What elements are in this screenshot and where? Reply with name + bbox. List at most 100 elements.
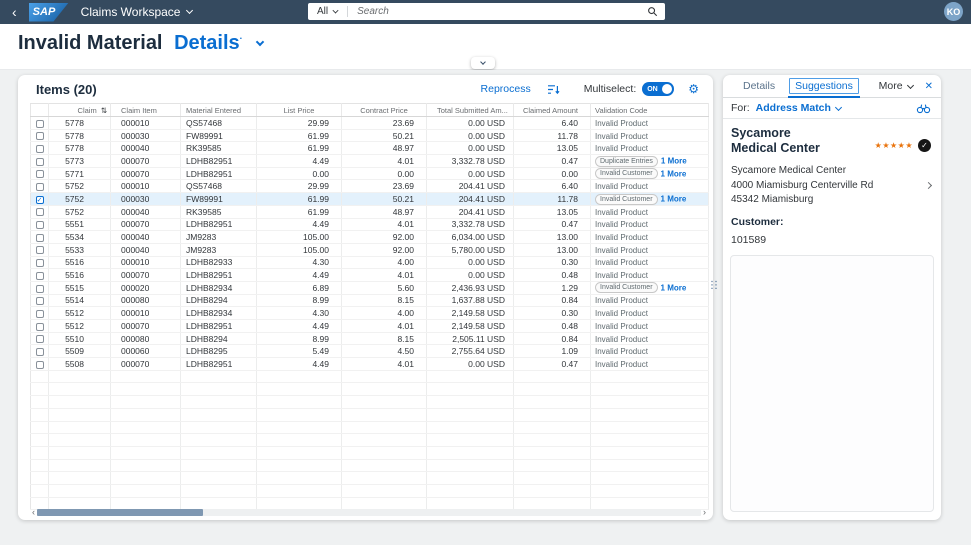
row-checkbox[interactable] xyxy=(36,285,44,293)
column-header-contract-price[interactable]: Contract Price xyxy=(342,104,427,117)
row-checkbox[interactable] xyxy=(36,145,44,153)
more-validations-link[interactable]: 1 More xyxy=(661,195,687,204)
column-header-material-entered[interactable]: Material Entered xyxy=(181,104,257,117)
table-row[interactable]: 5778000010QS5746829.9923.690.00 USD6.40I… xyxy=(31,117,709,130)
search-input[interactable]: Search xyxy=(357,6,389,17)
back-icon[interactable]: ‹ xyxy=(12,1,17,23)
table-row[interactable]: ✓5752000030FW8999161.9950.21204.41 USD11… xyxy=(31,193,709,206)
cell-claim-item: 000010 xyxy=(111,307,181,320)
app-title[interactable]: Claims Workspace xyxy=(81,5,181,19)
column-header-claim[interactable]: Claim⇅ xyxy=(49,104,111,117)
cell-material: LDHB82951 xyxy=(181,269,257,282)
column-header-validation-code[interactable]: Validation Code xyxy=(591,104,709,117)
table-row[interactable]: 5773000070LDHB829514.494.013,332.78 USD0… xyxy=(31,155,709,168)
row-checkbox[interactable] xyxy=(36,310,44,318)
more-validations-link[interactable]: 1 More xyxy=(661,283,687,292)
cell-claim: 5752 xyxy=(49,180,111,193)
table-row[interactable]: 5512000070LDHB829514.494.012,149.58 USD0… xyxy=(31,320,709,333)
table-row[interactable]: 5752000010QS5746829.9923.69204.41 USD6.4… xyxy=(31,180,709,193)
reprocess-button[interactable]: Reprocess xyxy=(481,83,531,95)
row-checkbox[interactable] xyxy=(36,335,44,343)
row-checkbox[interactable] xyxy=(36,272,44,280)
cell-claim: 5778 xyxy=(49,142,111,155)
scrollbar-track[interactable] xyxy=(37,509,701,516)
cell-validation-code: Invalid Product xyxy=(591,269,709,282)
address-line: 45342 Miamisburg xyxy=(731,193,926,208)
collapse-header-button[interactable] xyxy=(471,57,495,69)
avatar[interactable]: KO xyxy=(944,2,963,21)
settings-gear-icon[interactable]: ⚙ xyxy=(688,83,699,95)
table-row[interactable]: 5508000070LDHB829514.494.010.00 USD0.47I… xyxy=(31,358,709,371)
row-checkbox[interactable] xyxy=(36,221,44,229)
column-header-claim-item[interactable]: Claim Item xyxy=(111,104,181,117)
binoculars-icon[interactable] xyxy=(916,103,931,114)
cell-list-price: 105.00 xyxy=(257,231,342,244)
table-row[interactable]: 5778000030FW8999161.9950.210.00 USD11.78… xyxy=(31,129,709,142)
column-header-list-price[interactable]: List Price xyxy=(257,104,342,117)
cell-contract-price: 48.97 xyxy=(342,205,427,218)
cell-validation-code: Invalid Customer1 More xyxy=(591,167,709,180)
address-match-dropdown[interactable]: Address Match xyxy=(756,102,841,114)
table-row[interactable]: 5510000080LDHB82948.998.152,505.11 USD0.… xyxy=(31,332,709,345)
cell-validation-code: Invalid Product xyxy=(591,218,709,231)
validation-code-text: Invalid Product xyxy=(595,208,648,217)
more-validations-link[interactable]: 1 More xyxy=(661,157,687,166)
row-checkbox[interactable] xyxy=(36,158,44,166)
scroll-left-icon[interactable]: ‹ xyxy=(30,508,37,517)
table-row[interactable]: 5516000070LDHB829514.494.010.00 USD0.48I… xyxy=(31,269,709,282)
row-checkbox[interactable] xyxy=(36,348,44,356)
row-checkbox[interactable] xyxy=(36,259,44,267)
row-checkbox[interactable]: ✓ xyxy=(36,196,44,204)
table-row[interactable]: 5512000010LDHB829344.304.002,149.58 USD0… xyxy=(31,307,709,320)
table-row[interactable]: 5752000040RK3958561.9948.97204.41 USD13.… xyxy=(31,205,709,218)
row-checkbox[interactable] xyxy=(36,361,44,369)
table-row[interactable]: 5516000010LDHB829334.304.000.00 USD0.30I… xyxy=(31,256,709,269)
app-title-chevron-icon[interactable] xyxy=(186,7,193,14)
table-row[interactable]: 5778000040RK3958561.9948.970.00 USD13.05… xyxy=(31,142,709,155)
scroll-right-icon[interactable]: › xyxy=(701,508,708,517)
cell-claim: 5752 xyxy=(49,205,111,218)
panel-resize-handle[interactable]: ⋮⋮ xyxy=(707,280,715,292)
cell-material: LDHB82934 xyxy=(181,281,257,294)
search-icon[interactable] xyxy=(647,6,658,17)
horizontal-scrollbar[interactable]: ‹ › xyxy=(30,508,708,517)
row-checkbox[interactable] xyxy=(36,208,44,216)
row-checkbox[interactable] xyxy=(36,183,44,191)
row-checkbox[interactable] xyxy=(36,297,44,305)
table-row[interactable]: 5534000040JM9283105.0092.006,034.00 USD1… xyxy=(31,231,709,244)
cell-validation-code: Invalid Product xyxy=(591,332,709,345)
row-checkbox[interactable] xyxy=(36,120,44,128)
multiselect-toggle[interactable]: ON xyxy=(642,82,674,96)
table-row[interactable]: 5514000080LDHB82948.998.151,637.88 USD0.… xyxy=(31,294,709,307)
search-bar[interactable]: All Search xyxy=(308,3,665,20)
cell-material: QS57468 xyxy=(181,180,257,193)
row-checkbox[interactable] xyxy=(36,170,44,178)
tab-details[interactable]: Details xyxy=(743,80,775,92)
table-row[interactable]: 5515000020LDHB829346.895.602,436.93 USD1… xyxy=(31,281,709,294)
sort-settings-icon[interactable] xyxy=(547,84,560,95)
search-scope-select[interactable]: All xyxy=(317,6,328,17)
column-header-claimed-amount[interactable]: Claimed Amount xyxy=(514,104,591,117)
confirmed-check-icon[interactable]: ✓ xyxy=(918,139,931,152)
cell-contract-price: 48.97 xyxy=(342,142,427,155)
scrollbar-thumb[interactable] xyxy=(37,509,203,516)
more-menu-button[interactable]: More xyxy=(879,80,913,92)
close-icon[interactable]: ✕ xyxy=(925,81,933,92)
row-checkbox[interactable] xyxy=(36,132,44,140)
validation-code-text: Invalid Product xyxy=(595,347,648,356)
row-checkbox[interactable] xyxy=(36,323,44,331)
table-row[interactable]: 5551000070LDHB829514.494.013,332.78 USD0… xyxy=(31,218,709,231)
table-row[interactable]: 5509000060LDHB82955.494.502,755.64 USD1.… xyxy=(31,345,709,358)
table-row[interactable]: 5533000040JM9283105.0092.005,780.00 USD1… xyxy=(31,243,709,256)
row-checkbox[interactable] xyxy=(36,234,44,242)
sap-logo[interactable]: SAP xyxy=(29,3,69,22)
column-header-total-submitted-am[interactable]: Total Submitted Am... xyxy=(427,104,514,117)
table-row[interactable]: 5771000070LDHB829510.000.000.00 USD0.00I… xyxy=(31,167,709,180)
tab-suggestions[interactable]: Suggestions xyxy=(789,78,859,94)
variant-details-link[interactable]: Details xyxy=(174,32,240,54)
more-validations-link[interactable]: 1 More xyxy=(661,169,687,178)
variant-chevron-icon[interactable] xyxy=(256,37,264,45)
row-checkbox[interactable] xyxy=(36,246,44,254)
cell-claimed: 1.29 xyxy=(514,281,591,294)
suggestion-address-item[interactable]: Sycamore Medical Center 4000 Miamisburg … xyxy=(723,158,941,212)
